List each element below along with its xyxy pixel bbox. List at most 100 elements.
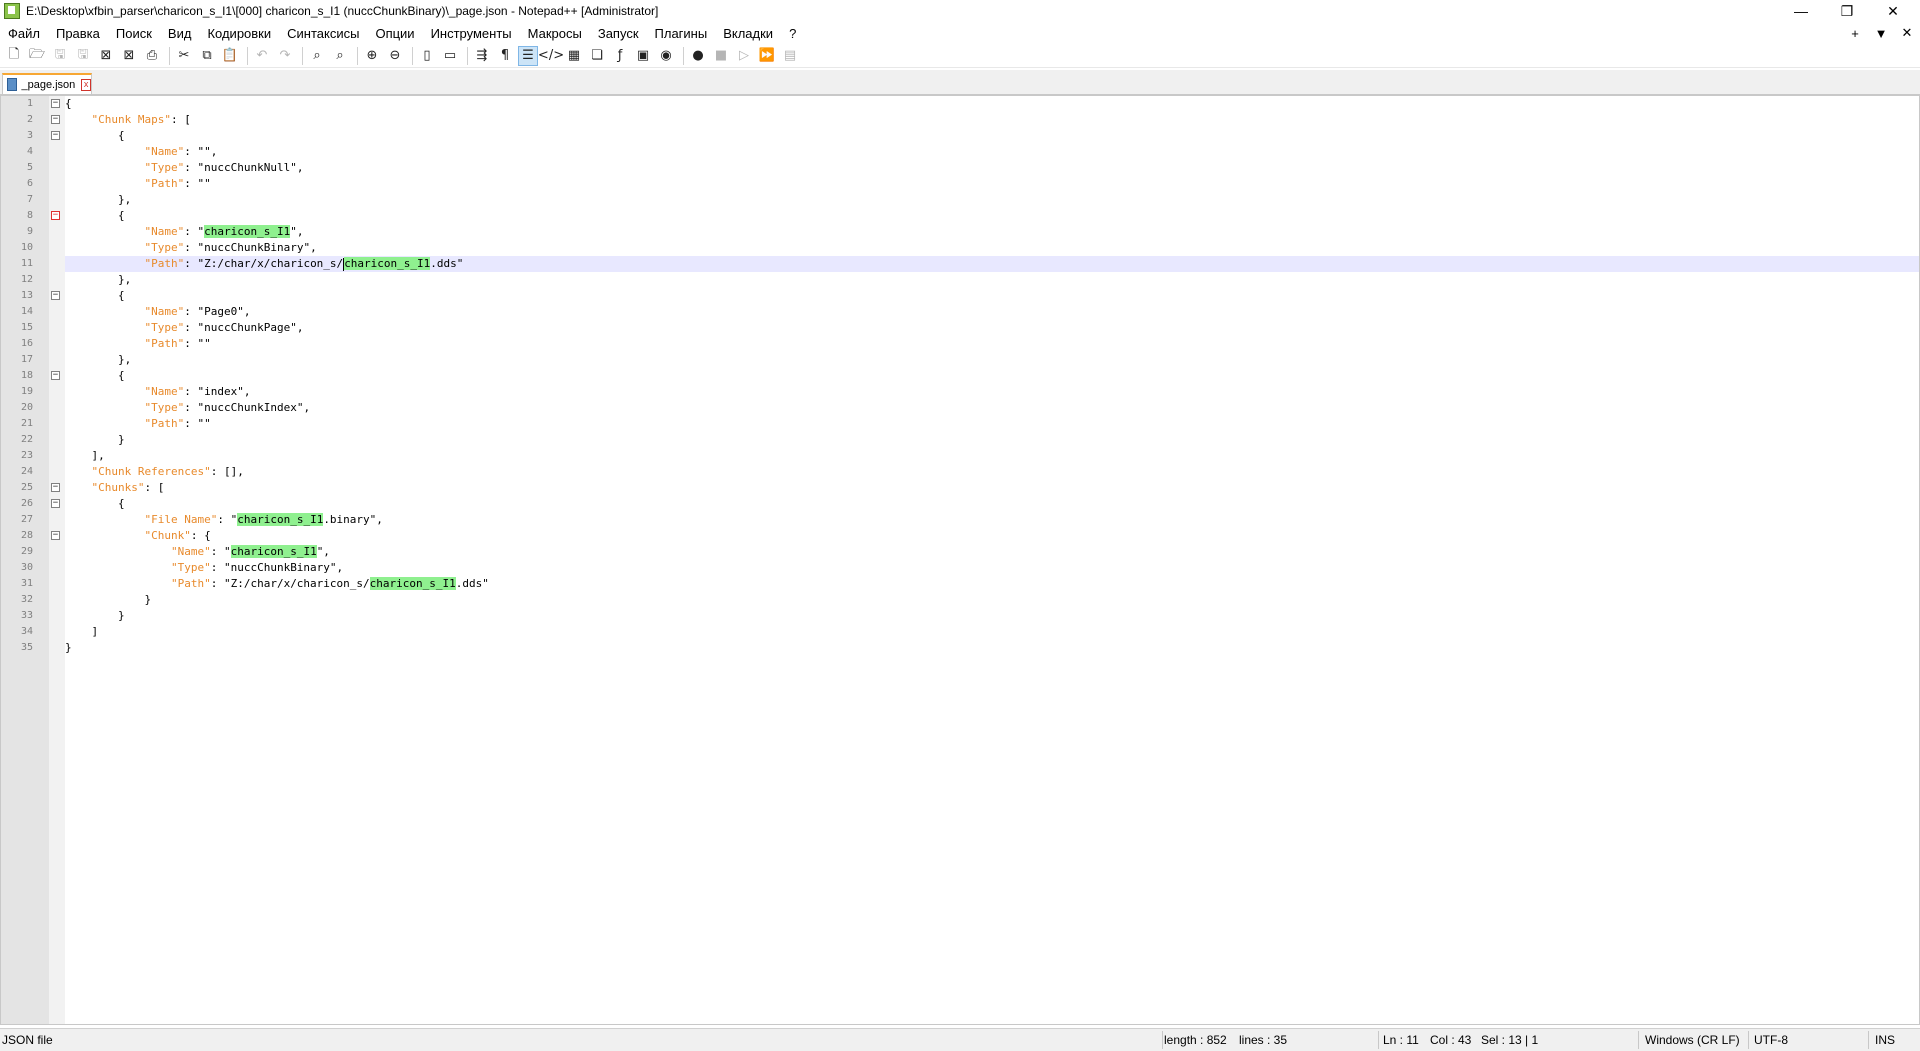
line-content[interactable]: "Name": "charicon_s_I1", (65, 544, 1919, 560)
line-content[interactable]: } (65, 640, 1919, 656)
code-line[interactable]: 17 }, (1, 352, 1919, 368)
code-line[interactable]: 29 "Name": "charicon_s_I1", (1, 544, 1919, 560)
fold-toggle-icon[interactable]: − (51, 211, 60, 220)
code-line[interactable]: 7 }, (1, 192, 1919, 208)
code-line[interactable]: 13 − { (1, 288, 1919, 304)
line-content[interactable]: { (65, 128, 1919, 144)
tab-page-json[interactable]: _page.json x (2, 73, 92, 94)
status-insert-mode[interactable]: INS (1875, 1033, 1895, 1047)
new-file-icon[interactable]: 🗋 (4, 46, 24, 66)
code-line[interactable]: 5 "Type": "nuccChunkNull", (1, 160, 1919, 176)
print-icon[interactable]: ⎙ (142, 46, 162, 66)
xml-tag-icon[interactable]: </> (538, 46, 564, 66)
paste-icon[interactable]: 📋 (220, 46, 240, 66)
show-all-chars-icon[interactable]: ¶ (495, 46, 515, 66)
fold-toggle-icon[interactable]: − (51, 291, 60, 300)
function-list-icon[interactable]: ƒ (610, 46, 630, 66)
code-line[interactable]: 25 − "Chunks": [ (1, 480, 1919, 496)
status-encoding[interactable]: UTF-8 (1754, 1033, 1788, 1047)
redo-icon[interactable]: ↷ (275, 46, 295, 66)
word-wrap-icon[interactable]: ⇶ (472, 46, 492, 66)
menu-help[interactable]: ? (781, 26, 804, 41)
menu-language[interactable]: Синтаксисы (279, 26, 367, 41)
line-content[interactable]: { (65, 96, 1919, 112)
undo-icon[interactable]: ↶ (252, 46, 272, 66)
sync-vertical-icon[interactable]: ▯ (417, 46, 437, 66)
stop-recording-icon[interactable]: ■ (711, 46, 731, 66)
line-content[interactable]: { (65, 496, 1919, 512)
close-tab-icon[interactable]: ✕ (1894, 25, 1920, 41)
code-line[interactable]: 8 − { (1, 208, 1919, 224)
line-content[interactable]: "Path": "" (65, 176, 1919, 192)
save-all-icon[interactable]: 🖫 (73, 46, 93, 66)
menu-run[interactable]: Запуск (590, 26, 647, 41)
code-line[interactable]: 33 } (1, 608, 1919, 624)
editor-area[interactable]: 1−{2− "Chunk Maps": [3− {4 "Name": "", 5 … (0, 95, 1920, 1025)
line-content[interactable]: "Path": "Z:/char/x/charicon_s/charicon_s… (65, 256, 1919, 272)
tab-list-dropdown-icon[interactable]: ▼ (1868, 26, 1894, 41)
menu-file[interactable]: Файл (0, 26, 48, 41)
menu-plugins[interactable]: Плагины (647, 26, 716, 41)
code-line[interactable]: 1 −{ (1, 96, 1919, 112)
save-macro-icon[interactable]: ▤ (780, 46, 800, 66)
line-content[interactable]: } (65, 432, 1919, 448)
code-line[interactable]: 6 "Path": "" (1, 176, 1919, 192)
fold-toggle-icon[interactable]: − (51, 115, 60, 124)
code-line[interactable]: 2 − "Chunk Maps": [ (1, 112, 1919, 128)
document-map-icon[interactable]: ▦ (564, 46, 584, 66)
code-line[interactable]: 10 "Type": "nuccChunkBinary", (1, 240, 1919, 256)
line-content[interactable]: }, (65, 352, 1919, 368)
copy-icon[interactable]: ⧉ (197, 46, 217, 66)
code-line[interactable]: 18 − { (1, 368, 1919, 384)
line-content[interactable]: "Name": "index", (65, 384, 1919, 400)
open-file-icon[interactable]: 🗁 (27, 46, 47, 66)
line-content[interactable]: "Type": "nuccChunkIndex", (65, 400, 1919, 416)
tab-close-icon[interactable]: x (81, 78, 91, 91)
code-line[interactable]: 27 "File Name": "charicon_s_I1.binary", (1, 512, 1919, 528)
code-line[interactable]: 4 "Name": "", (1, 144, 1919, 160)
line-content[interactable]: "Type": "nuccChunkBinary", (65, 560, 1919, 576)
code-lines[interactable]: 1−{2− "Chunk Maps": [3− {4 "Name": "", 5 … (1, 96, 1919, 656)
line-content[interactable]: }, (65, 192, 1919, 208)
menu-encoding[interactable]: Кодировки (199, 26, 279, 41)
menu-view[interactable]: Вид (160, 26, 200, 41)
play-macro-icon[interactable]: ▷ (734, 46, 754, 66)
code-line[interactable]: 11 "Path": "Z:/char/x/charicon_s/charico… (1, 256, 1919, 272)
code-line[interactable]: 12 }, (1, 272, 1919, 288)
line-content[interactable]: "Type": "nuccChunkPage", (65, 320, 1919, 336)
zoom-in-icon[interactable]: ⊕ (362, 46, 382, 66)
menu-search[interactable]: Поиск (108, 26, 160, 41)
record-macro-icon[interactable]: ● (688, 46, 708, 66)
fold-toggle-icon[interactable]: − (51, 499, 60, 508)
code-line[interactable]: 32 } (1, 592, 1919, 608)
line-content[interactable]: "Chunks": [ (65, 480, 1919, 496)
close-all-icon[interactable]: ⊠ (119, 46, 139, 66)
line-content[interactable]: "File Name": "charicon_s_I1.binary", (65, 512, 1919, 528)
fold-toggle-icon[interactable]: − (51, 131, 60, 140)
line-content[interactable]: { (65, 288, 1919, 304)
line-content[interactable]: "Chunk": { (65, 528, 1919, 544)
line-content[interactable]: "Name": "Page0", (65, 304, 1919, 320)
status-eol[interactable]: Windows (CR LF) (1645, 1033, 1740, 1047)
code-line[interactable]: 16 "Path": "" (1, 336, 1919, 352)
line-content[interactable]: "Name": "charicon_s_I1", (65, 224, 1919, 240)
line-content[interactable]: }, (65, 272, 1919, 288)
line-content[interactable]: "Path": "" (65, 336, 1919, 352)
replace-icon[interactable]: ⌕ (330, 46, 350, 66)
fold-toggle-icon[interactable]: − (51, 483, 60, 492)
code-line[interactable]: 23 ], (1, 448, 1919, 464)
code-line[interactable]: 30 "Type": "nuccChunkBinary", (1, 560, 1919, 576)
line-content[interactable]: "Path": "Z:/char/x/charicon_s/charicon_s… (65, 576, 1919, 592)
line-content[interactable]: "Chunk Maps": [ (65, 112, 1919, 128)
code-line[interactable]: 35} (1, 640, 1919, 656)
line-content[interactable]: { (65, 368, 1919, 384)
line-content[interactable]: "Path": "" (65, 416, 1919, 432)
code-line[interactable]: 22 } (1, 432, 1919, 448)
line-content[interactable]: } (65, 592, 1919, 608)
indent-guide-icon[interactable]: ☰ (518, 45, 538, 66)
code-line[interactable]: 19 "Name": "index", (1, 384, 1919, 400)
folder-as-workspace-icon[interactable]: ▣ (633, 46, 653, 66)
menu-tools[interactable]: Инструменты (423, 26, 520, 41)
code-line[interactable]: 15 "Type": "nuccChunkPage", (1, 320, 1919, 336)
close-window-button[interactable]: ✕ (1870, 0, 1916, 22)
